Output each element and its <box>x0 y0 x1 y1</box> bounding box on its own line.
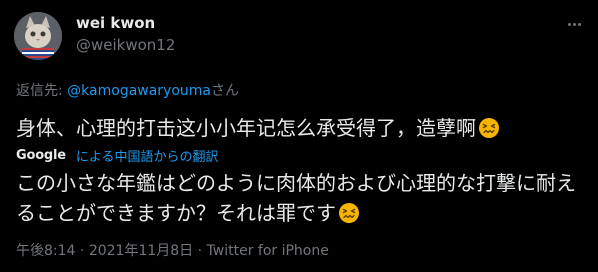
confounded-face-icon <box>479 118 499 138</box>
tweet-date[interactable]: 2021年11月8日 <box>89 243 193 259</box>
more-dot-icon <box>572 22 576 26</box>
tweet-meta: 午後8:14 · 2021年11月8日 · Twitter for iPhone <box>16 240 329 260</box>
meta-separator: · <box>75 243 89 259</box>
meta-separator: · <box>193 243 207 259</box>
translation-label[interactable]: による中国語からの翻訳 <box>76 146 219 165</box>
tweet-body: 身体、心理的打击这小小年记怎么承受得了，造孽啊 <box>16 116 476 140</box>
reply-suffix: さん <box>211 83 240 99</box>
reply-prefix: 返信先: <box>16 83 68 99</box>
author-handle[interactable]: @weikwon12 <box>76 36 175 54</box>
cat-avatar-image <box>14 12 62 60</box>
author-name[interactable]: wei kwon <box>76 14 155 32</box>
confounded-face-icon <box>339 203 359 223</box>
tweet-source: Twitter for iPhone <box>206 243 329 259</box>
reply-to-link[interactable]: @kamogawaryouma <box>67 83 211 99</box>
translated-text: この小さな年鑑はどのように肉体的および心理的な打撃に耐えることができますか？それ… <box>16 168 586 228</box>
tweet-text: 身体、心理的打击这小小年记怎么承受得了，造孽啊 <box>16 114 586 142</box>
translation-bar: Google による中国語からの翻訳 <box>16 146 219 165</box>
google-logo: Google <box>16 147 66 163</box>
more-dot-icon <box>577 22 581 26</box>
translated-body: この小さな年鑑はどのように肉体的および心理的な打撃に耐えることができますか？それ… <box>16 171 576 225</box>
more-dot-icon <box>567 22 571 26</box>
more-options-button[interactable] <box>564 14 584 34</box>
tweet-time[interactable]: 午後8:14 <box>16 243 75 259</box>
avatar[interactable] <box>14 12 62 60</box>
reply-context: 返信先: @kamogawaryoumaさん <box>16 80 239 100</box>
